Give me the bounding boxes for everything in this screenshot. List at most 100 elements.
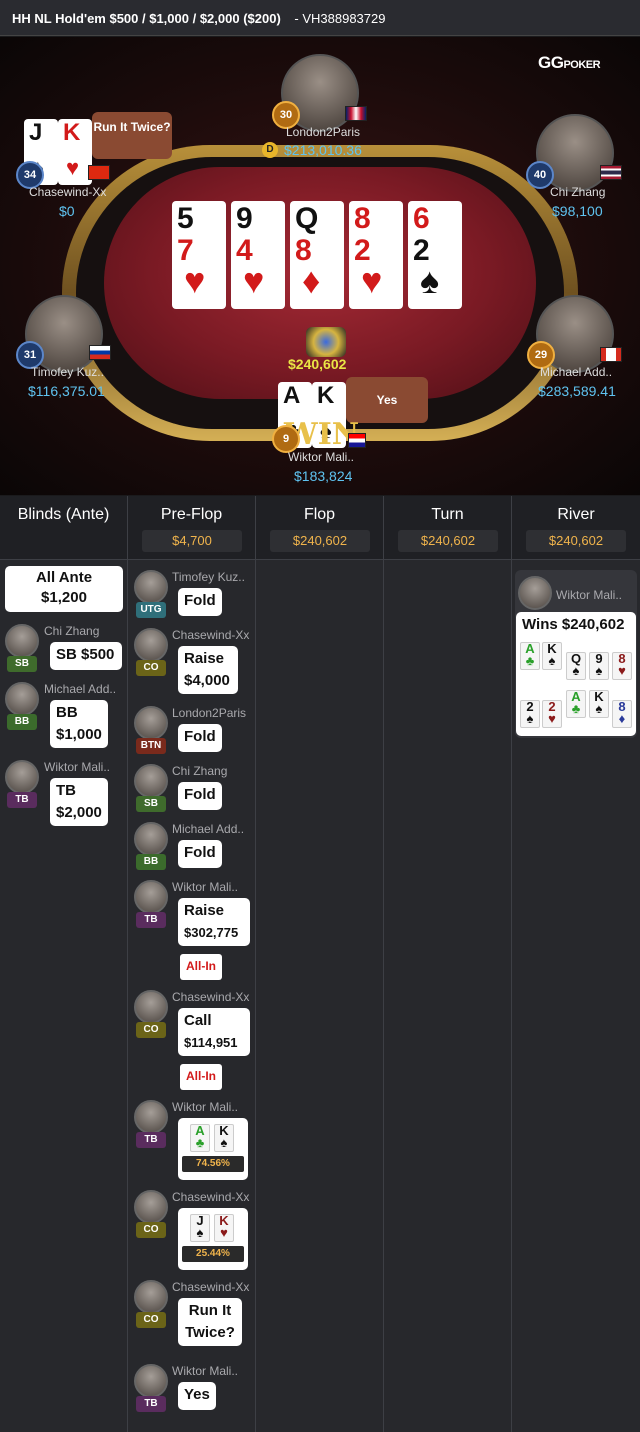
board-card-5: 6 2 ♠: [408, 201, 462, 309]
pot-chips-icon: [306, 327, 346, 357]
position-badge: TB: [7, 792, 37, 808]
action-player-name: Timofey Kuz..: [172, 570, 245, 584]
mini-card: 8 ♦: [612, 700, 632, 728]
action-box: Run It Twice?: [178, 1298, 242, 1346]
hand-history-header: HH NL Hold'em $500 / $1,000 / $2,000 ($2…: [0, 0, 640, 36]
player-name: Chi Zhang: [550, 185, 606, 199]
action-box: SB $500: [50, 642, 122, 670]
position-badge: BB: [136, 854, 166, 870]
player-stack: $0: [59, 203, 75, 219]
action-avatar: [134, 990, 168, 1024]
player-name: Wiktor Mali..: [288, 450, 354, 464]
position-badge: SB: [136, 796, 166, 812]
thailand-flag-icon: [600, 165, 622, 180]
player-name: Chasewind-Xx: [29, 185, 107, 199]
column-river: River $240,602 Wiktor Mali.. Wins $240,60…: [512, 496, 640, 1432]
action-avatar: [5, 760, 39, 794]
action-box: Raise $302,775: [178, 898, 250, 946]
action-player-name: Michael Add..: [172, 822, 245, 836]
column-label: Flop: [303, 506, 336, 523]
mini-card: 2 ♠: [520, 700, 540, 728]
level-badge: 9: [272, 425, 300, 453]
dealer-button-icon: D: [262, 142, 278, 158]
action-player-name: Wiktor Mali..: [172, 1364, 238, 1378]
mini-card: J ♠: [190, 1214, 210, 1242]
mini-card: A ♣: [566, 690, 586, 718]
croatia-flag-icon: [348, 433, 366, 448]
mini-card: K ♠: [542, 642, 562, 670]
column-turn: Turn $240,602: [384, 496, 512, 1432]
position-badge: TB: [136, 912, 166, 928]
position-badge: TB: [136, 1132, 166, 1148]
mini-card: A ♣: [520, 642, 540, 670]
game-title: HH NL Hold'em $500 / $1,000 / $2,000 ($2…: [12, 11, 281, 26]
action-player-name: Wiktor Mali..: [172, 880, 238, 894]
ggpoker-logo: GGPOKER: [538, 53, 601, 72]
action-avatar: [134, 706, 168, 740]
action-player-name: Wiktor Mali..: [172, 1100, 238, 1114]
action-box: Raise $4,000: [178, 646, 238, 694]
action-avatar: [134, 1364, 168, 1398]
action-box: Call $114,951: [178, 1008, 250, 1056]
player-stack: $183,824: [294, 468, 353, 484]
equity-badge: 25.44%: [182, 1246, 244, 1262]
uk-flag-icon: [345, 106, 367, 121]
position-badge: CO: [136, 1222, 166, 1238]
column-label: Blinds (Ante): [17, 506, 110, 523]
street-pot: $240,602: [270, 530, 370, 552]
action-player-name: Chi Zhang: [172, 764, 228, 778]
player-name: Michael Add..: [540, 365, 613, 379]
action-avatar: [5, 624, 39, 658]
player-stack: $213,010.36: [284, 142, 362, 158]
mini-card: A ♣: [190, 1124, 210, 1152]
action-history: Blinds (Ante) All Ante $1,200 SB Chi Zhan…: [0, 496, 640, 1432]
street-pot: $240,602: [526, 530, 626, 552]
board-card-4: 8 2 ♥: [349, 201, 403, 309]
action-avatar: [134, 822, 168, 856]
board-card-1: 5 7 ♥: [172, 201, 226, 309]
action-player-name: Wiktor Mali..: [44, 760, 110, 774]
all-in-badge: All-In: [180, 954, 222, 980]
action-avatar: [5, 682, 39, 716]
column-label: River: [557, 506, 595, 523]
pot-amount: $240,602: [288, 356, 347, 372]
position-badge: CO: [136, 660, 166, 676]
column-blinds: Blinds (Ante) All Ante $1,200 SB Chi Zhan…: [0, 496, 128, 1432]
position-badge: CO: [136, 1022, 166, 1038]
canada-flag-icon: [600, 347, 622, 362]
player-stack: $98,100: [552, 203, 603, 219]
mini-card: 8 ♥: [612, 652, 632, 680]
position-badge: TB: [136, 1396, 166, 1412]
poker-table: GGPOKER 5 7 ♥ 9 4 ♥ Q 8 ♦ 8 2 ♥ 6 2 ♠ $240,602 30 …: [0, 37, 640, 495]
action-player-name: Michael Add..: [44, 682, 117, 696]
action-box: Fold: [178, 840, 222, 868]
run-it-twice-bubble: Run It Twice?: [92, 112, 172, 159]
mini-card: K ♥: [214, 1214, 234, 1242]
action-box: Yes: [178, 1382, 216, 1410]
action-box: Fold: [178, 588, 222, 616]
board-card-3: Q 8 ♦: [290, 201, 344, 309]
action-avatar: [134, 628, 168, 662]
action-avatar: [134, 1280, 168, 1314]
action-box: Fold: [178, 782, 222, 810]
player-name: Timofey Kuz..: [31, 365, 104, 379]
action-player-name: Chasewind-Xx: [172, 990, 250, 1004]
position-badge: UTG: [136, 602, 166, 618]
action-player-name: Chasewind-Xx: [172, 628, 250, 642]
equity-badge: 74.56%: [182, 1156, 244, 1172]
position-badge: BB: [7, 714, 37, 730]
russia-flag-icon: [89, 345, 111, 360]
column-label: Pre-Flop: [160, 506, 223, 523]
action-player-name: Chi Zhang: [44, 624, 100, 638]
action-player-name: Wiktor Mali..: [556, 588, 622, 602]
action-avatar: [134, 764, 168, 798]
position-badge: CO: [136, 1312, 166, 1328]
position-badge: BTN: [136, 738, 166, 754]
ante-box: All Ante $1,200: [5, 566, 123, 612]
street-pot: $240,602: [398, 530, 498, 552]
column-label: Turn: [431, 506, 464, 523]
hole-card-k: K ♥: [58, 119, 92, 185]
action-player-name: Chasewind-Xx: [172, 1190, 250, 1204]
player-name: London2Paris: [286, 125, 361, 139]
player-stack: $116,375.01: [28, 383, 105, 399]
